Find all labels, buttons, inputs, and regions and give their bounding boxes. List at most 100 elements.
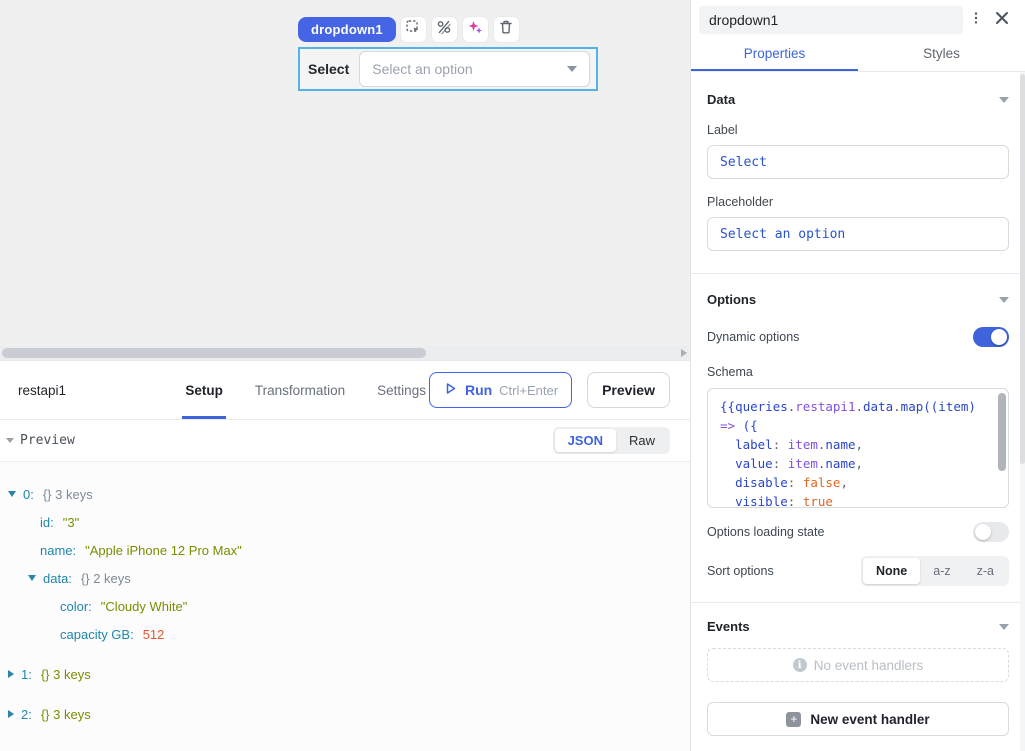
close-panel-button[interactable] — [989, 7, 1015, 33]
disclosure-expanded-icon[interactable] — [8, 491, 16, 497]
disclosure-expanded-icon[interactable] — [28, 575, 36, 581]
preview-disclosure-icon[interactable] — [6, 438, 14, 443]
scrollbar-right-arrow-icon[interactable] — [681, 349, 687, 357]
dropdown-select-control[interactable]: Select an option — [359, 51, 590, 87]
json-tree-row[interactable]: 1:{} 3 keys — [0, 660, 690, 688]
query-name[interactable]: restapi1 — [18, 383, 182, 398]
dynamic-options-label: Dynamic options — [707, 330, 799, 344]
no-event-handlers-box: i No event handlers — [707, 648, 1009, 682]
sort-options-label: Sort options — [707, 564, 774, 578]
kebab-menu-icon — [969, 11, 983, 30]
sort-option-none[interactable]: None — [863, 558, 920, 584]
json-tree-row[interactable]: capacity GB:512 — [0, 620, 690, 648]
preview-bar: Preview JSONRaw — [0, 420, 690, 462]
schema-code-line: visible: true — [720, 492, 996, 508]
schema-code-line: disable: false, — [720, 473, 996, 492]
placeholder-field-input[interactable]: Select an option — [707, 217, 1009, 251]
preview-format-json[interactable]: JSON — [555, 429, 616, 452]
styles-button[interactable] — [431, 16, 458, 43]
dropdown-component[interactable]: Select Select an option — [298, 47, 598, 91]
sort-option-a-z[interactable]: a-z — [920, 558, 963, 584]
info-icon: i — [793, 658, 807, 672]
query-tab-setup[interactable]: Setup — [182, 361, 226, 419]
data-section-title: Data — [707, 92, 735, 107]
reselect-icon — [405, 19, 421, 40]
scrollbar-thumb[interactable] — [2, 348, 426, 358]
styles-icon — [436, 19, 452, 40]
inspector-header: dropdown1 — [691, 0, 1025, 38]
section-divider — [691, 273, 1025, 274]
json-key: capacity GB: — [60, 627, 134, 642]
dropdown-placeholder-text: Select an option — [372, 61, 472, 77]
kebab-menu-button[interactable] — [963, 7, 989, 33]
json-tree-row[interactable]: color:"Cloudy White" — [0, 592, 690, 620]
inspector-body: Data Label Select Placeholder Select an … — [691, 72, 1025, 751]
json-tree-row[interactable]: 2: {} 3 keys — [0, 700, 690, 728]
query-preview-button[interactable]: Preview — [587, 372, 670, 408]
delete-button[interactable] — [493, 16, 520, 43]
json-object-summary: {} 3 keys — [43, 487, 93, 502]
inspector-tabs: PropertiesStyles — [691, 38, 1025, 72]
json-key: color: — [60, 599, 92, 614]
no-event-handlers-text: No event handlers — [814, 658, 924, 673]
query-editor-header: restapi1 Setup Transformation Settings Run… — [0, 360, 690, 420]
options-section-header: Options — [707, 292, 1009, 307]
json-key: 1: — [21, 667, 32, 682]
json-object-summary: {} 3 keys — [41, 707, 91, 722]
schema-code-line: value: item.name, — [720, 454, 996, 473]
inspector-scrollbar[interactable] — [1020, 72, 1025, 751]
json-key: 2: — [21, 707, 32, 722]
reselect-button[interactable] — [400, 16, 427, 43]
events-section-title: Events — [707, 619, 750, 634]
component-toolbar: dropdown1 — [298, 16, 520, 43]
run-shortcut: Ctrl+Enter — [499, 383, 558, 398]
schema-scrollbar-thumb[interactable] — [998, 393, 1006, 471]
sort-options-row: Sort options Nonea-zz-a — [707, 556, 1009, 586]
plus-icon: + — [786, 712, 801, 727]
ai-assist-button[interactable] — [462, 16, 489, 43]
canvas-horizontal-scrollbar[interactable] — [0, 346, 690, 360]
json-tree-row[interactable]: id:"3" — [0, 508, 690, 536]
preview-format-raw[interactable]: Raw — [616, 429, 668, 452]
options-section-title: Options — [707, 292, 756, 307]
json-tree-row[interactable]: name:"Apple iPhone 12 Pro Max" — [0, 536, 690, 564]
json-value: "Apple iPhone 12 Pro Max" — [85, 543, 242, 558]
new-event-handler-button[interactable]: + New event handler — [707, 702, 1009, 736]
json-tree-row[interactable]: 0: {} 3 keys — [0, 480, 690, 508]
section-divider — [691, 602, 1025, 603]
inspector-panel: dropdown1 PropertiesStyles — [690, 0, 1025, 751]
json-key: data: — [43, 571, 72, 586]
inspector-tab-properties[interactable]: Properties — [691, 38, 858, 71]
dynamic-options-toggle[interactable] — [973, 327, 1009, 347]
run-button[interactable]: Run Ctrl+Enter — [429, 372, 572, 408]
query-tabs: Setup Transformation Settings — [182, 361, 429, 419]
events-section-header: Events — [707, 619, 1009, 634]
placeholder-field-label: Placeholder — [707, 195, 1009, 209]
query-tab-settings[interactable]: Settings — [374, 361, 429, 419]
collapse-chevron-icon[interactable] — [999, 297, 1009, 303]
json-value: "3" — [63, 515, 79, 530]
label-field-input[interactable]: Select — [707, 145, 1009, 179]
query-tab-transformation[interactable]: Transformation — [252, 361, 348, 419]
editor-canvas[interactable]: dropdown1 — [0, 0, 690, 360]
component-name-pill[interactable]: dropdown1 — [298, 17, 396, 42]
component-title-input[interactable]: dropdown1 — [699, 6, 963, 34]
schema-code-editor[interactable]: {{queries.restapi1.data.map((item)=> ({ … — [707, 388, 1009, 508]
json-key: 0: — [23, 487, 34, 502]
collapse-chevron-icon[interactable] — [999, 624, 1009, 630]
disclosure-collapsed-icon[interactable] — [8, 710, 14, 718]
left-column: dropdown1 — [0, 0, 690, 751]
disclosure-collapsed-icon[interactable] — [8, 670, 14, 678]
inspector-tab-styles[interactable]: Styles — [858, 38, 1025, 71]
options-loading-toggle[interactable] — [973, 522, 1009, 542]
preview-title: Preview — [20, 433, 75, 448]
new-event-handler-label: New event handler — [810, 712, 929, 727]
collapse-chevron-icon[interactable] — [999, 97, 1009, 103]
options-loading-row: Options loading state — [707, 522, 1009, 542]
preview-format-toggle: JSONRaw — [553, 427, 670, 454]
sort-option-z-a[interactable]: z-a — [964, 558, 1007, 584]
scrollbar-thumb[interactable] — [1020, 74, 1025, 464]
schema-code-line: label: item.name, — [720, 435, 996, 454]
schema-label: Schema — [707, 365, 1009, 379]
json-tree-row[interactable]: data:{} 2 keys — [0, 564, 690, 592]
